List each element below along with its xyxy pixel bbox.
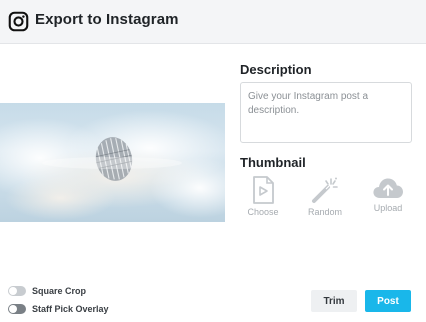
trim-button[interactable]: Trim [311, 290, 357, 312]
cloud-upload-icon [373, 178, 403, 198]
square-crop-toggle-row[interactable]: Square Crop [8, 286, 86, 296]
square-crop-toggle[interactable] [8, 286, 26, 296]
thumbnail-random-label: Random [307, 207, 343, 217]
toggle-knob [9, 305, 17, 313]
thumbnail-choose-button[interactable]: Choose [241, 176, 285, 217]
dialog-title: Export to Instagram [35, 11, 179, 28]
description-heading: Description [240, 62, 312, 77]
thumbnail-upload-label: Upload [373, 203, 403, 213]
video-frame-image [0, 110, 225, 220]
staff-pick-toggle-row[interactable]: Staff Pick Overlay [8, 304, 109, 314]
square-crop-label: Square Crop [32, 286, 87, 296]
post-button[interactable]: Post [365, 290, 411, 312]
instagram-icon [8, 11, 29, 32]
description-input[interactable] [240, 82, 412, 143]
magic-wand-icon [312, 177, 338, 203]
staff-pick-overlay-toggle[interactable] [8, 304, 26, 314]
thumbnail-heading: Thumbnail [240, 155, 306, 170]
thumbnail-upload-button[interactable]: Upload [366, 176, 410, 213]
thumbnail-choose-label: Choose [247, 207, 279, 217]
staff-pick-overlay-label: Staff Pick Overlay [32, 304, 109, 314]
dialog-header: Export to Instagram [0, 0, 426, 44]
video-file-icon [253, 176, 274, 204]
thumbnail-random-button[interactable]: Random [303, 176, 347, 217]
video-preview [0, 103, 225, 222]
toggle-knob [9, 287, 17, 295]
